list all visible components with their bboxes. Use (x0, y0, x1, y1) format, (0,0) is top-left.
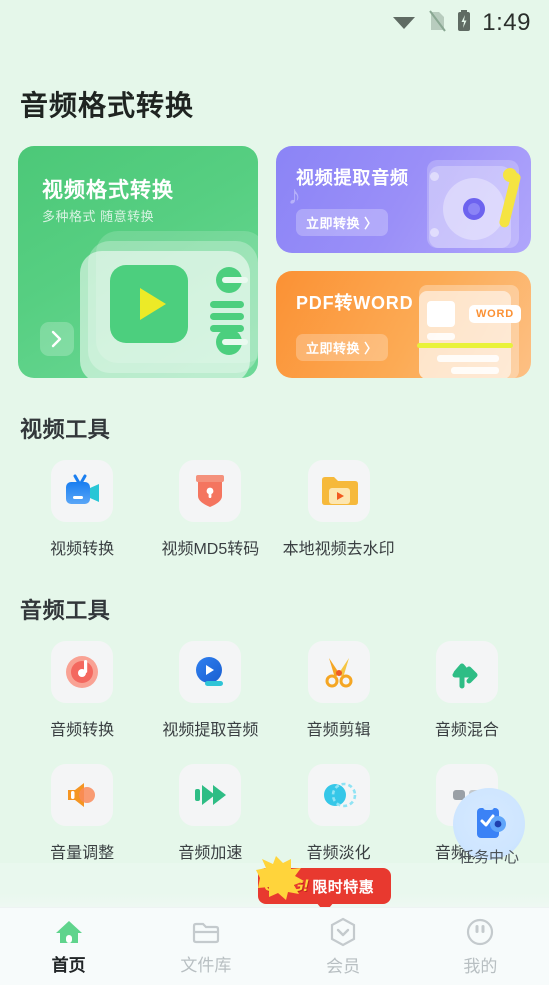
folder-play-icon (307, 460, 370, 522)
starburst-icon (256, 856, 304, 900)
promo-banner[interactable]: OMG! 限时特惠 (256, 856, 391, 913)
tool-label: 音频淡化 (306, 845, 371, 862)
nav-item-home[interactable]: 首页 (0, 918, 137, 976)
tool-label: 音频加速 (178, 845, 243, 862)
banner-action-button[interactable]: 立即转换 〉 (296, 334, 388, 361)
nav-item-profile[interactable]: 我的 (412, 917, 549, 977)
wifi-icon (391, 11, 417, 36)
home-icon (55, 920, 82, 943)
tool-audio-convert[interactable]: 音频转换 (18, 641, 146, 740)
nav-label: 我的 (463, 956, 498, 976)
tool-audio-mix[interactable]: 音频混合 (403, 641, 531, 740)
status-bar: 1:49 (0, 0, 549, 46)
section-title-audio-tools: 音频工具 (20, 598, 111, 623)
fast-forward-icon (179, 764, 242, 826)
nav-item-files[interactable]: 文件库 (137, 918, 274, 976)
task-center-label: 任务中心 (458, 849, 519, 866)
nav-label: 首页 (51, 955, 86, 975)
tool-label: 视频MD5转码 (161, 541, 260, 558)
mix-arrows-icon (435, 641, 498, 703)
word-tag: WORD (468, 305, 521, 323)
banner-subtitle: 多种格式 随意转换 (42, 209, 155, 224)
shield-lock-icon (179, 460, 242, 522)
tool-label: 音频转换 (50, 722, 115, 739)
banner-next-button[interactable] (40, 322, 74, 356)
no-sim-icon (428, 9, 447, 37)
tool-volume-adjust[interactable]: 音量调整 (18, 764, 146, 863)
turntable-illustration (411, 156, 523, 252)
play-circle-icon (179, 641, 242, 703)
banner-pdf-to-word[interactable]: WORD PDF转WORD 立即转换 〉 (276, 271, 531, 378)
section-title-video-tools: 视频工具 (20, 417, 111, 442)
speaker-icon (51, 764, 114, 826)
promo-text: 限时特惠 (312, 878, 375, 896)
page-content: 音频格式转换 视频格式转换 多种格式 随意转换 ♪ 视频提取音频 立即转换 〉 … (0, 46, 549, 863)
profile-icon (467, 918, 494, 945)
banner-extract-audio[interactable]: ♪ 视频提取音频 立即转换 〉 (276, 146, 531, 253)
promo-body[interactable]: OMG! 限时特惠 (256, 856, 391, 904)
page-title: 音频格式转换 (20, 90, 195, 121)
tool-video-convert[interactable]: 视频转换 (18, 460, 146, 559)
music-disc-icon (51, 641, 114, 703)
banner-video-format-convert[interactable]: 视频格式转换 多种格式 随意转换 (18, 146, 258, 378)
banner-title: PDF转WORD (296, 293, 414, 313)
tool-label: 音量调整 (50, 845, 115, 862)
banner-title: 视频提取音频 (296, 168, 409, 188)
tool-audio-clip[interactable]: 音频剪辑 (275, 641, 403, 740)
banner-title: 视频格式转换 (42, 179, 174, 202)
banner-area: 视频格式转换 多种格式 随意转换 ♪ 视频提取音频 立即转换 〉 WORD PD… (18, 146, 531, 378)
nav-label: 会员 (326, 956, 361, 976)
tool-label: 本地视频去水印 (282, 541, 395, 558)
document-illustration: WORD (405, 279, 525, 378)
nav-label: 文件库 (180, 955, 232, 975)
tool-label: 视频提取音频 (162, 722, 259, 739)
tool-audio-speed[interactable]: 音频加速 (146, 764, 274, 863)
status-time: 1:49 (482, 9, 531, 36)
tool-video-md5[interactable]: 视频MD5转码 (146, 460, 274, 559)
vip-hexagon-icon (331, 917, 356, 946)
video-tools-grid: 视频转换 视频MD5转码 本地视频去水印 (18, 460, 531, 559)
folder-icon (192, 922, 219, 943)
nav-item-vip[interactable]: 会员 (275, 917, 412, 977)
tool-label: 音频剪辑 (306, 722, 371, 739)
tool-label: 音频混合 (434, 722, 499, 739)
tv-illustration (78, 229, 258, 378)
banner-action-button[interactable]: 立即转换 〉 (296, 209, 388, 236)
overlap-circles-icon (307, 764, 370, 826)
tool-remove-watermark[interactable]: 本地视频去水印 (275, 460, 403, 559)
tool-extract-audio[interactable]: 视频提取音频 (146, 641, 274, 740)
video-camera-icon (51, 460, 114, 522)
tool-label: 视频转换 (50, 541, 115, 558)
bottom-navigation: 首页 文件库 会员 我的 (0, 907, 549, 985)
tool-audio-fade[interactable]: 音频淡化 (275, 764, 403, 863)
battery-charging-icon (457, 9, 471, 37)
task-center-button[interactable]: 任务中心 (445, 788, 533, 880)
scissors-icon (307, 641, 370, 703)
clipboard-check-icon (477, 804, 506, 838)
